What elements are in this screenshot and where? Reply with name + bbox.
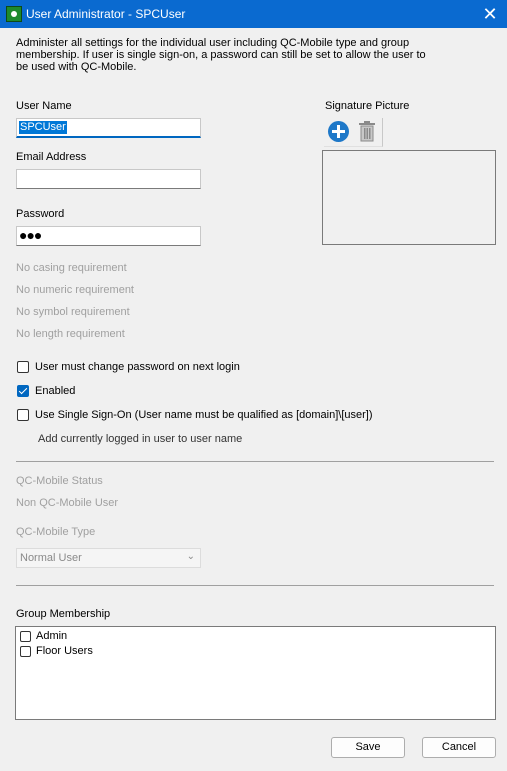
separator-1: [16, 461, 494, 462]
must-change-password-label: User must change password on next login: [35, 361, 240, 373]
qc-mobile-type-select[interactable]: Normal User ⌄: [16, 548, 201, 568]
email-field[interactable]: [16, 169, 201, 189]
requirement-length: No length requirement: [16, 328, 125, 340]
group-floor-users-checkbox[interactable]: [20, 646, 31, 657]
password-field[interactable]: [16, 226, 201, 246]
group-membership-list[interactable]: Admin Floor Users: [15, 626, 496, 720]
cancel-button[interactable]: Cancel: [422, 737, 496, 758]
password-mask: ●●●: [19, 227, 42, 243]
add-logged-in-user-link[interactable]: Add currently logged in user to user nam…: [38, 433, 242, 445]
qc-mobile-status-value: Non QC-Mobile User: [16, 497, 119, 509]
save-button[interactable]: Save: [331, 737, 405, 758]
email-label: Email Address: [16, 151, 87, 163]
group-admin-checkbox[interactable]: [20, 631, 31, 642]
qc-mobile-type-label: QC-Mobile Type: [16, 526, 96, 538]
password-label: Password: [16, 208, 65, 220]
qc-mobile-type-value: Normal User: [20, 552, 82, 564]
group-admin-label: Admin: [36, 630, 68, 642]
qc-mobile-status-label: QC-Mobile Status: [16, 475, 103, 487]
trash-icon[interactable]: [358, 121, 376, 142]
app-icon: [6, 6, 22, 22]
group-membership-label: Group Membership: [16, 608, 111, 620]
user-name-value: SPCUser: [19, 121, 67, 134]
window-title: User Administrator - SPCUser: [26, 7, 186, 21]
chevron-down-icon: ⌄: [186, 551, 195, 562]
signature-label: Signature Picture: [325, 100, 410, 112]
requirement-numeric: No numeric requirement: [16, 284, 134, 296]
separator-2: [16, 585, 494, 586]
user-name-label: User Name: [16, 100, 72, 112]
requirement-symbol: No symbol requirement: [16, 306, 130, 318]
cancel-button-label: Cancel: [441, 741, 477, 753]
save-button-label: Save: [355, 741, 381, 753]
enabled-checkbox[interactable]: [17, 385, 29, 397]
requirement-casing: No casing requirement: [16, 262, 127, 274]
enabled-label: Enabled: [35, 385, 76, 397]
sso-label: Use Single Sign-On (User name must be qu…: [35, 409, 373, 421]
description-text: Administer all settings for the individu…: [16, 37, 426, 73]
group-floor-users-label: Floor Users: [36, 645, 93, 657]
signature-picture-box[interactable]: [322, 150, 496, 245]
close-icon[interactable]: ✕: [478, 3, 502, 25]
must-change-password-checkbox[interactable]: [17, 361, 29, 373]
sso-checkbox[interactable]: [17, 409, 29, 421]
add-icon[interactable]: [328, 121, 349, 142]
